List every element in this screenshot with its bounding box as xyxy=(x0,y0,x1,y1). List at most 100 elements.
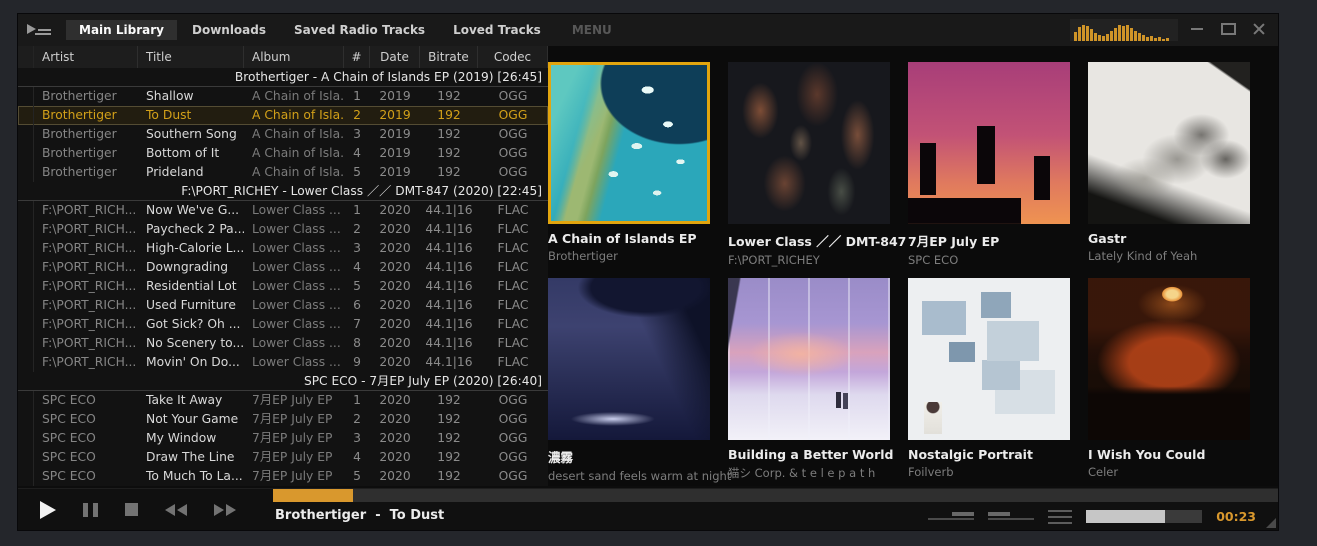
column-header-title[interactable]: Title xyxy=(138,46,244,68)
group-header-row[interactable]: SPC ECO - 7月EP July EP (2020) [26:40] xyxy=(18,372,548,391)
track-row[interactable]: F:\PORT_RICH...Used FurnitureLower Class… xyxy=(18,296,548,315)
main-area: ArtistTitleAlbum#DateBitrateCodec Brothe… xyxy=(18,46,1278,486)
column-header-codec[interactable]: Codec xyxy=(478,46,548,68)
album-cover[interactable] xyxy=(548,62,710,224)
album-card[interactable]: 濃霧desert sand feels warm at night xyxy=(548,278,710,486)
close-button[interactable] xyxy=(1248,18,1270,40)
cell-num: 1 xyxy=(344,391,370,410)
album-cover[interactable] xyxy=(1088,278,1250,440)
cell-bitrate: 44.1|16 xyxy=(420,334,478,353)
track-row[interactable]: F:\PORT_RICH...DowngradingLower Class ..… xyxy=(18,258,548,277)
visualizer-bar xyxy=(1074,32,1077,41)
track-row[interactable]: F:\PORT_RICH...High-Calorie L...Lower Cl… xyxy=(18,239,548,258)
album-cover[interactable] xyxy=(728,278,890,440)
playlist-panel: ArtistTitleAlbum#DateBitrateCodec Brothe… xyxy=(18,46,548,486)
volume-slider[interactable] xyxy=(1086,510,1202,523)
cell-codec: FLAC xyxy=(478,201,548,220)
previous-button[interactable] xyxy=(165,504,187,516)
fast-forward-icon xyxy=(214,504,236,516)
resize-grip[interactable] xyxy=(1266,518,1276,528)
visualizer-bar xyxy=(1166,38,1169,41)
album-cover[interactable] xyxy=(728,62,890,224)
pause-button[interactable] xyxy=(83,503,98,517)
cell-artist: F:\PORT_RICH... xyxy=(34,296,138,315)
track-row[interactable]: BrothertigerTo DustA Chain of Isla...220… xyxy=(18,106,548,125)
track-row[interactable]: F:\PORT_RICH...Movin' On Do...Lower Clas… xyxy=(18,353,548,372)
cell-lead xyxy=(18,258,34,277)
album-card[interactable]: Nostalgic PortraitFoilverb xyxy=(908,278,1070,486)
menu-lines-icon[interactable] xyxy=(1048,510,1072,524)
group-header-row[interactable]: Brothertiger - A Chain of Islands EP (20… xyxy=(18,68,548,87)
music-player-window: Main LibraryDownloadsSaved Radio TracksL… xyxy=(18,14,1278,530)
stop-button[interactable] xyxy=(125,503,138,516)
cell-lead xyxy=(18,353,34,372)
menu-button[interactable]: MENU xyxy=(572,23,612,37)
track-row[interactable]: F:\PORT_RICH...No Scenery to...Lower Cla… xyxy=(18,334,548,353)
playback-order-slider[interactable] xyxy=(928,511,974,522)
cell-lead xyxy=(18,467,34,486)
play-button[interactable] xyxy=(40,501,56,519)
album-cover[interactable] xyxy=(548,278,710,440)
next-button[interactable] xyxy=(214,504,236,516)
tab-loved-tracks[interactable]: Loved Tracks xyxy=(440,20,554,40)
cell-num: 4 xyxy=(344,448,370,467)
cell-lead xyxy=(18,410,34,429)
cell-date: 2020 xyxy=(370,296,420,315)
repeat-mode-slider[interactable] xyxy=(988,511,1034,522)
album-cover[interactable] xyxy=(908,62,1070,224)
cell-lead xyxy=(18,239,34,258)
seek-bar[interactable] xyxy=(273,489,1278,502)
cell-title: Take It Away xyxy=(138,391,244,410)
column-header-date[interactable]: Date xyxy=(370,46,420,68)
tab-saved-radio-tracks[interactable]: Saved Radio Tracks xyxy=(281,20,438,40)
track-row[interactable]: BrothertigerSouthern SongA Chain of Isla… xyxy=(18,125,548,144)
track-row[interactable]: SPC ECONot Your Game7月EP July EP22020192… xyxy=(18,410,548,429)
cell-lead xyxy=(18,106,34,125)
album-title: Gastr xyxy=(1088,231,1250,246)
cell-num: 2 xyxy=(344,220,370,239)
visualizer-bar xyxy=(1102,36,1105,41)
album-card[interactable]: A Chain of Islands EPBrothertiger xyxy=(548,62,710,278)
column-header-album[interactable]: Album xyxy=(244,46,344,68)
track-row[interactable]: BrothertigerShallowA Chain of Isla...120… xyxy=(18,87,548,106)
visualizer-bar xyxy=(1142,35,1145,41)
titlebar: Main LibraryDownloadsSaved Radio TracksL… xyxy=(18,14,1278,46)
minimize-button[interactable] xyxy=(1186,18,1208,40)
track-row[interactable]: F:\PORT_RICH...Residential LotLower Clas… xyxy=(18,277,548,296)
album-title: A Chain of Islands EP xyxy=(548,231,710,246)
track-row[interactable]: SPC ECODraw The Line7月EP July EP42020192… xyxy=(18,448,548,467)
cell-num: 2 xyxy=(344,410,370,429)
track-row[interactable]: BrothertigerBottom of ItA Chain of Isla.… xyxy=(18,144,548,163)
maximize-button[interactable] xyxy=(1217,18,1239,40)
visualizer-bar xyxy=(1090,29,1093,41)
album-card[interactable]: I Wish You CouldCeler xyxy=(1088,278,1250,486)
visualizer-bar xyxy=(1078,27,1081,41)
group-header-row[interactable]: F:\PORT_RICHEY - Lower Class ／／ DMT-847 … xyxy=(18,182,548,201)
album-cover[interactable] xyxy=(1088,62,1250,224)
cell-album: A Chain of Isla... xyxy=(244,87,344,106)
album-artist: F:\PORT_RICHEY xyxy=(728,253,890,267)
track-row[interactable]: SPC ECOMy Window7月EP July EP32020192OGG xyxy=(18,429,548,448)
cell-num: 7 xyxy=(344,315,370,334)
album-card[interactable]: Lower Class ／／ DMT-847F:\PORT_RICHEY xyxy=(728,62,890,278)
cell-bitrate: 44.1|16 xyxy=(420,277,478,296)
cell-artist: F:\PORT_RICH... xyxy=(34,220,138,239)
track-row[interactable]: SPC ECOTake It Away7月EP July EP12020192O… xyxy=(18,391,548,410)
visualizer-bar xyxy=(1154,38,1157,41)
column-header-num[interactable]: # xyxy=(344,46,370,68)
track-row[interactable]: F:\PORT_RICH...Got Sick? Oh ...Lower Cla… xyxy=(18,315,548,334)
tab-downloads[interactable]: Downloads xyxy=(179,20,279,40)
track-row[interactable]: BrothertigerPridelandA Chain of Isla...5… xyxy=(18,163,548,182)
track-row[interactable]: F:\PORT_RICH...Paycheck 2 Pa...Lower Cla… xyxy=(18,220,548,239)
album-card[interactable]: 7月EP July EPSPC ECO xyxy=(908,62,1070,278)
track-row[interactable]: SPC ECOTo Much To La...7月EP July EP52020… xyxy=(18,467,548,486)
album-card[interactable]: Building a Better World猫シ Corp. & t e l … xyxy=(728,278,890,486)
now-playing-list-icon[interactable] xyxy=(26,21,54,39)
album-card[interactable]: GastrLately Kind of Yeah xyxy=(1088,62,1250,278)
album-cover[interactable] xyxy=(908,278,1070,440)
track-row[interactable]: F:\PORT_RICH...Now We've G...Lower Class… xyxy=(18,201,548,220)
visualizer-bar xyxy=(1094,33,1097,41)
tab-main-library[interactable]: Main Library xyxy=(66,20,177,40)
column-header-artist[interactable]: Artist xyxy=(34,46,138,68)
column-header-bitrate[interactable]: Bitrate xyxy=(420,46,478,68)
